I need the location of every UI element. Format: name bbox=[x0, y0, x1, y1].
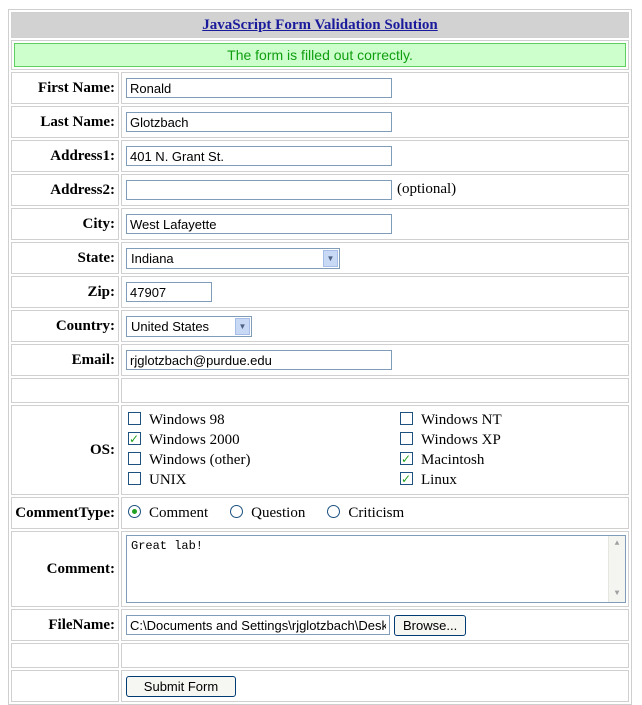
state-select[interactable]: Indiana ▼ bbox=[126, 247, 340, 269]
os-option[interactable]: Windows XP bbox=[400, 430, 600, 450]
os-option[interactable]: Windows 2000 bbox=[128, 429, 400, 450]
last-name-input[interactable] bbox=[126, 112, 392, 132]
last-name-label: Last Name: bbox=[11, 106, 119, 138]
comment-text: Great lab! bbox=[131, 539, 204, 553]
os-option[interactable]: Linux bbox=[400, 469, 600, 490]
radio-selected-icon[interactable] bbox=[128, 504, 141, 518]
spacer-field-cell bbox=[121, 643, 629, 668]
checkbox-checked-icon[interactable] bbox=[128, 429, 141, 449]
comment-type-option-label: Comment bbox=[149, 504, 209, 521]
country-select-value: United States bbox=[131, 318, 210, 334]
city-label: City: bbox=[11, 208, 119, 240]
browse-button[interactable]: Browse... bbox=[394, 614, 467, 636]
checkbox-checked-icon[interactable] bbox=[400, 469, 413, 489]
os-option-label: Windows 98 bbox=[149, 412, 225, 428]
os-option[interactable]: UNIX bbox=[128, 470, 400, 490]
filename-label: FileName: bbox=[11, 609, 119, 641]
comment-type-option-label: Question bbox=[251, 504, 306, 521]
address2-optional-note: (optional) bbox=[397, 181, 457, 198]
address2-input[interactable] bbox=[126, 180, 392, 200]
chevron-down-icon[interactable]: ▼ bbox=[235, 317, 250, 335]
country-label: Country: bbox=[11, 310, 119, 342]
zip-input[interactable] bbox=[126, 282, 212, 302]
checkbox-checked-icon[interactable] bbox=[400, 449, 413, 469]
spacer-label-cell bbox=[11, 643, 119, 668]
checkbox-icon[interactable] bbox=[400, 432, 413, 445]
submit-label-cell bbox=[11, 670, 119, 702]
os-option[interactable]: Macintosh bbox=[400, 449, 600, 470]
first-name-label: First Name: bbox=[11, 72, 119, 104]
comment-type-label: CommentType: bbox=[11, 497, 119, 529]
submit-form-button[interactable]: Submit Form bbox=[126, 675, 236, 697]
address2-label: Address2: bbox=[11, 174, 119, 206]
header-cell: JavaScript Form Validation Solution bbox=[11, 12, 629, 38]
os-option[interactable]: Windows 98 bbox=[128, 410, 400, 430]
checkbox-icon[interactable] bbox=[128, 452, 141, 465]
spacer-field-cell bbox=[121, 378, 629, 403]
comment-label: Comment: bbox=[11, 531, 119, 607]
os-option[interactable]: Windows NT bbox=[400, 410, 600, 430]
os-option[interactable]: Windows (other) bbox=[128, 450, 400, 470]
comment-type-option-label: Criticism bbox=[348, 504, 405, 521]
scroll-up-icon[interactable]: ▲ bbox=[610, 537, 624, 551]
comment-textarea[interactable]: Great lab! ▲ ▼ bbox=[126, 535, 626, 603]
address1-label: Address1: bbox=[11, 140, 119, 172]
os-option-label: Windows (other) bbox=[149, 452, 251, 468]
success-message: The form is filled out correctly. bbox=[14, 43, 626, 67]
scroll-down-icon[interactable]: ▼ bbox=[610, 587, 624, 601]
os-option-label: UNIX bbox=[149, 472, 187, 488]
textarea-scrollbar[interactable]: ▲ ▼ bbox=[608, 536, 625, 602]
first-name-input[interactable] bbox=[126, 78, 392, 98]
checkbox-icon[interactable] bbox=[400, 412, 413, 425]
os-checkbox-group: Windows 98 Windows NT Windows 2000 Windo… bbox=[124, 406, 628, 494]
filename-input[interactable] bbox=[126, 615, 390, 635]
state-select-value: Indiana bbox=[131, 250, 174, 266]
chevron-down-icon[interactable]: ▼ bbox=[323, 249, 338, 267]
comment-type-option[interactable]: Criticism bbox=[323, 504, 405, 522]
radio-icon[interactable] bbox=[327, 504, 341, 518]
state-label: State: bbox=[11, 242, 119, 274]
checkbox-icon[interactable] bbox=[128, 412, 141, 425]
validation-form: JavaScript Form Validation Solution The … bbox=[8, 9, 632, 705]
checkbox-icon[interactable] bbox=[128, 472, 141, 485]
address1-input[interactable] bbox=[126, 146, 392, 166]
email-input[interactable] bbox=[126, 350, 392, 370]
email-label: Email: bbox=[11, 344, 119, 376]
comment-type-option[interactable]: Question bbox=[226, 504, 306, 522]
message-cell: The form is filled out correctly. bbox=[11, 40, 629, 70]
comment-type-option[interactable]: Comment bbox=[124, 504, 209, 522]
os-option-label: Windows NT bbox=[421, 412, 502, 428]
zip-label: Zip: bbox=[11, 276, 119, 308]
os-option-label: Windows 2000 bbox=[149, 432, 240, 448]
os-option-label: Linux bbox=[421, 472, 457, 488]
os-label: OS: bbox=[11, 405, 119, 495]
os-option-label: Windows XP bbox=[421, 432, 501, 448]
spacer-label-cell bbox=[11, 378, 119, 403]
comment-type-radio-group: Comment Question Criticism bbox=[121, 497, 629, 529]
country-select[interactable]: United States ▼ bbox=[126, 315, 252, 337]
page-title-link[interactable]: JavaScript Form Validation Solution bbox=[202, 17, 437, 33]
city-input[interactable] bbox=[126, 214, 392, 234]
radio-icon[interactable] bbox=[230, 504, 244, 518]
os-option-label: Macintosh bbox=[421, 452, 485, 468]
